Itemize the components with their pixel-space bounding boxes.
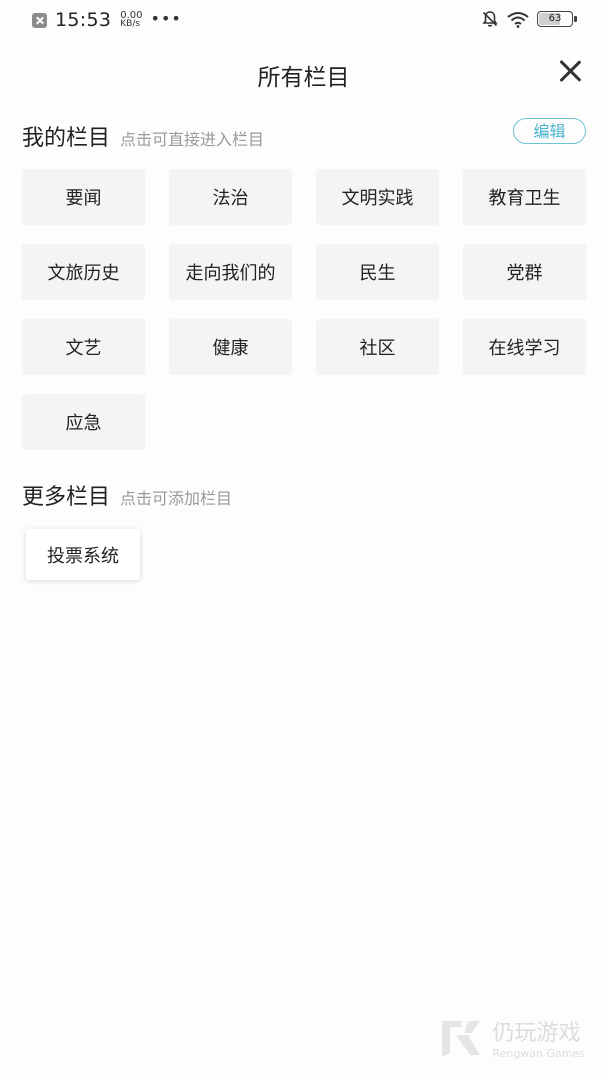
watermark-name-cn: 仍玩游戏 <box>492 1021 581 1046</box>
more-channels-header: 更多栏目 点击可添加栏目 <box>22 479 232 511</box>
channel-chip[interactable]: 民生 <box>316 244 439 300</box>
more-channels-hint: 点击可添加栏目 <box>120 489 233 508</box>
channel-chip[interactable]: 要闻 <box>22 169 145 225</box>
channel-chip[interactable]: 文旅历史 <box>22 244 145 300</box>
status-right: 63 <box>481 10 577 28</box>
network-speed: 0.00 KB/s <box>120 11 142 29</box>
status-time: 15:53 <box>55 9 112 31</box>
more-channels-title: 更多栏目 <box>22 485 111 510</box>
close-icon[interactable] <box>555 56 585 86</box>
my-channels-header: 我的栏目 点击可直接进入栏目 <box>22 120 264 152</box>
my-channels-hint: 点击可直接进入栏目 <box>120 130 265 149</box>
channel-chip[interactable]: 健康 <box>169 319 292 375</box>
channel-chip[interactable]: 文艺 <box>22 319 145 375</box>
channel-chip[interactable]: 党群 <box>463 244 586 300</box>
watermark-logo <box>442 1020 481 1057</box>
channel-chip[interactable]: 教育卫生 <box>463 169 586 225</box>
page-header: 所有栏目 <box>0 50 607 94</box>
my-channels-title: 我的栏目 <box>22 126 111 151</box>
edit-button[interactable]: 编辑 <box>513 118 586 144</box>
notification-blocked-icon <box>32 12 47 28</box>
battery-icon: 63 <box>537 11 577 27</box>
watermark-text: 仍玩游戏 Rengwan Games <box>492 1015 585 1060</box>
channel-chip[interactable]: 应急 <box>22 394 145 450</box>
channel-chip[interactable]: 文明实践 <box>316 169 439 225</box>
network-speed-unit: KB/s <box>120 19 141 29</box>
add-channel-chip[interactable]: 投票系统 <box>26 529 140 580</box>
channel-chip[interactable]: 社区 <box>316 319 439 375</box>
battery-level: 63 <box>548 13 562 24</box>
status-bar: 15:53 0.00 KB/s ••• 63 <box>0 0 607 40</box>
page-title: 所有栏目 <box>257 65 350 91</box>
channel-chip[interactable]: 走向我们的 <box>169 244 292 300</box>
more-channels-grid: 投票系统 <box>26 529 140 580</box>
bell-off-icon <box>482 11 498 27</box>
more-notifications-icon: ••• <box>150 8 182 28</box>
watermark: 仍玩游戏 Rengwan Games <box>438 1015 585 1060</box>
channel-chip[interactable]: 法治 <box>169 169 292 225</box>
status-left: 15:53 0.00 KB/s ••• <box>32 9 182 31</box>
watermark-name-en: Rengwan Games <box>492 1047 585 1060</box>
wifi-icon <box>507 11 529 28</box>
my-channels-grid: 要闻 法治 文明实践 教育卫生 文旅历史 走向我们的 民生 党群 文艺 健康 社… <box>22 169 586 450</box>
channel-chip[interactable]: 在线学习 <box>463 319 586 375</box>
